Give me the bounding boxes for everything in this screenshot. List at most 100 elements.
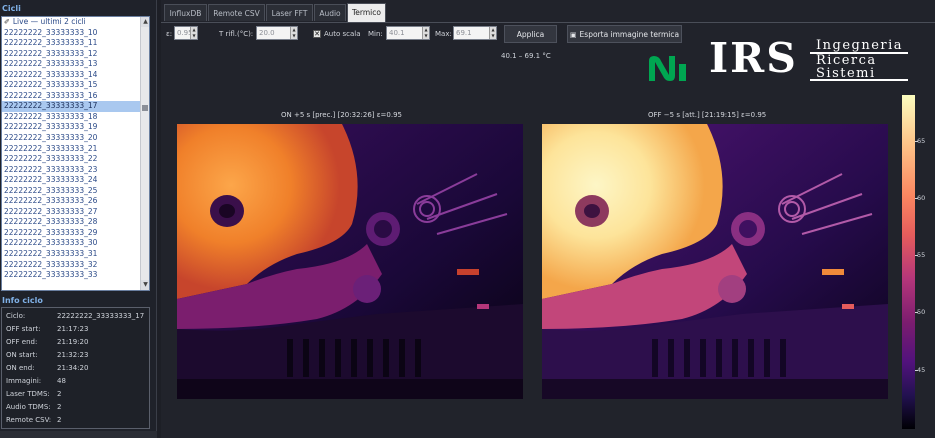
colorbar-tick-label: 60 <box>917 194 926 202</box>
irs-logo: IRS Ingegneria Ricerca Sistemi <box>709 36 909 82</box>
live-label: Live — ultimi 2 cicli <box>12 17 86 26</box>
info-value: 2 <box>57 403 62 411</box>
list-item-cycle[interactable]: 22222222_33333333_10 <box>2 28 141 39</box>
list-item-cycle[interactable]: 22222222_33333333_19 <box>2 122 141 133</box>
spin-arrows-icon[interactable]: ▲ ▼ <box>489 27 496 39</box>
info-key: OFF end: <box>6 338 38 346</box>
colorbar-tick-mark <box>915 312 918 313</box>
tab-influxdb[interactable]: InfluxDB <box>164 4 207 21</box>
autoscale-label: Auto scala <box>324 30 361 38</box>
list-item-cycle[interactable]: 22222222_33333333_16 <box>2 91 141 102</box>
list-item-cycle[interactable]: 22222222_33333333_26 <box>2 196 141 207</box>
info-row: ON end: 21:34:20 <box>6 363 148 374</box>
info-value: 21:17:23 <box>57 325 89 333</box>
info-key: OFF start: <box>6 325 41 333</box>
info-row: Immagini: 48 <box>6 376 148 387</box>
export-thermal-button[interactable]: ▣ Esporta immagine termica <box>567 25 682 43</box>
min-spinbox[interactable]: 40.1 ▲ ▼ <box>386 26 430 40</box>
list-item-cycle[interactable]: 22222222_33333333_21 <box>2 144 141 155</box>
cicli-title: Cicli <box>2 4 21 13</box>
list-item-cycle[interactable]: 22222222_33333333_33 <box>2 270 141 281</box>
left-panel: Cicli ✐ Live — ultimi 2 cicli 22222222_33… <box>0 0 157 438</box>
list-item-cycle[interactable]: 22222222_33333333_12 <box>2 49 141 60</box>
tab-divider <box>161 22 935 23</box>
irs-divider <box>810 79 908 81</box>
tab-laser-fft[interactable]: Laser FFT <box>266 4 313 21</box>
list-item-cycle[interactable]: 22222222_33333333_22 <box>2 154 141 165</box>
scroll-down-icon[interactable]: ▼ <box>141 280 149 290</box>
max-value: 69.1 <box>456 29 472 37</box>
cycle-list[interactable]: ✐ Live — ultimi 2 cicli 22222222_33333333… <box>1 16 150 291</box>
info-key: Audio TDMS: <box>6 403 51 411</box>
ni-logo-icon <box>649 56 686 81</box>
list-item-cycle[interactable]: 22222222_33333333_31 <box>2 249 141 260</box>
autoscale-checkbox[interactable]: ✕ <box>313 30 321 38</box>
info-value: 22222222_33333333_17 <box>57 312 145 320</box>
info-value: 21:34:20 <box>57 364 89 372</box>
list-item-cycle[interactable]: 22222222_33333333_13 <box>2 59 141 70</box>
info-key: ON start: <box>6 351 38 359</box>
colorbar <box>902 95 915 429</box>
cycle-list-items: ✐ Live — ultimi 2 cicli 22222222_33333333… <box>2 17 141 281</box>
list-item-cycle[interactable]: 22222222_33333333_24 <box>2 175 141 186</box>
list-item-cycle[interactable]: 22222222_33333333_11 <box>2 38 141 49</box>
list-item-cycle[interactable]: 22222222_33333333_14 <box>2 70 141 81</box>
info-row: Laser TDMS: 2 <box>6 389 148 400</box>
spin-arrows-icon[interactable]: ▲ ▼ <box>422 27 429 39</box>
info-row: Ciclo: 22222222_33333333_17 <box>6 311 148 322</box>
min-label: Min: <box>368 30 383 38</box>
spin-arrows-icon[interactable]: ▲ ▼ <box>290 27 297 39</box>
list-item-live[interactable]: ✐ Live — ultimi 2 cicli <box>2 17 141 28</box>
reflected-temp-spinbox[interactable]: 20.0 ▲ ▼ <box>256 26 298 40</box>
list-item-cycle[interactable]: 22222222_33333333_27 <box>2 207 141 218</box>
info-row: Remote CSV: 2 <box>6 415 148 426</box>
info-value: 21:32:23 <box>57 351 89 359</box>
left-panel-bottom-scrollbar[interactable] <box>0 431 157 438</box>
info-value: 21:19:20 <box>57 338 89 346</box>
export-thermal-label: Esporta immagine termica <box>579 30 680 39</box>
colorbar-tick-label: 45 <box>917 366 926 374</box>
info-row: OFF end: 21:19:20 <box>6 337 148 348</box>
irs-word-1: Ingegneria <box>816 38 904 53</box>
tab-termico[interactable]: Termico <box>347 3 386 22</box>
scroll-up-icon[interactable]: ▲ <box>141 17 149 27</box>
list-item-cycle[interactable]: 22222222_33333333_17 <box>2 101 141 112</box>
colorbar-tick-mark <box>915 198 918 199</box>
reflected-temp-label: T rifl.(°C): <box>219 30 254 38</box>
tab-audio[interactable]: Audio <box>314 4 346 21</box>
list-item-cycle[interactable]: 22222222_33333333_20 <box>2 133 141 144</box>
list-item-cycle[interactable]: 22222222_33333333_29 <box>2 228 141 239</box>
info-box: Ciclo: 22222222_33333333_17 OFF start: 21:1… <box>1 307 150 429</box>
emissivity-spinbox[interactable]: 0.95 ▲ ▼ <box>174 26 198 40</box>
main-panel: InfluxDB Remote CSV Laser FFT Audio Termico … <box>161 0 935 438</box>
thermal-image-on <box>177 124 523 399</box>
tab-remote-csv[interactable]: Remote CSV <box>208 4 265 21</box>
scroll-thumb[interactable] <box>142 105 148 111</box>
info-row: ON start: 21:32:23 <box>6 350 148 361</box>
info-row: Audio TDMS: 2 <box>6 402 148 413</box>
colorbar-tick-label: 65 <box>917 137 926 145</box>
spin-arrows-icon[interactable]: ▲ ▼ <box>190 27 197 39</box>
list-item-cycle[interactable]: 22222222_33333333_30 <box>2 238 141 249</box>
list-item-cycle[interactable]: 22222222_33333333_28 <box>2 217 141 228</box>
info-value: 2 <box>57 390 62 398</box>
colorbar-tick-mark <box>915 255 918 256</box>
max-spinbox[interactable]: 69.1 ▲ ▼ <box>453 26 497 40</box>
cycle-list-scrollbar[interactable]: ▲ ▼ <box>140 17 149 290</box>
colorbar-tick-mark <box>915 370 918 371</box>
list-item-cycle[interactable]: 22222222_33333333_32 <box>2 260 141 271</box>
list-item-cycle[interactable]: 22222222_33333333_23 <box>2 165 141 176</box>
colorbar-tick-label: 50 <box>917 308 926 316</box>
list-item-cycle[interactable]: 22222222_33333333_15 <box>2 80 141 91</box>
info-key: Laser TDMS: <box>6 390 50 398</box>
info-row: OFF start: 21:17:23 <box>6 324 148 335</box>
thermal-image-off <box>542 124 888 399</box>
apply-button[interactable]: Applica <box>504 25 557 43</box>
info-key: ON end: <box>6 364 35 372</box>
list-item-cycle[interactable]: 22222222_33333333_25 <box>2 186 141 197</box>
info-key: Remote CSV: <box>6 416 52 424</box>
info-key: Immagini: <box>6 377 42 385</box>
colorbar-tick-mark <box>915 141 918 142</box>
list-item-cycle[interactable]: 22222222_33333333_18 <box>2 112 141 123</box>
max-label: Max: <box>435 30 452 38</box>
